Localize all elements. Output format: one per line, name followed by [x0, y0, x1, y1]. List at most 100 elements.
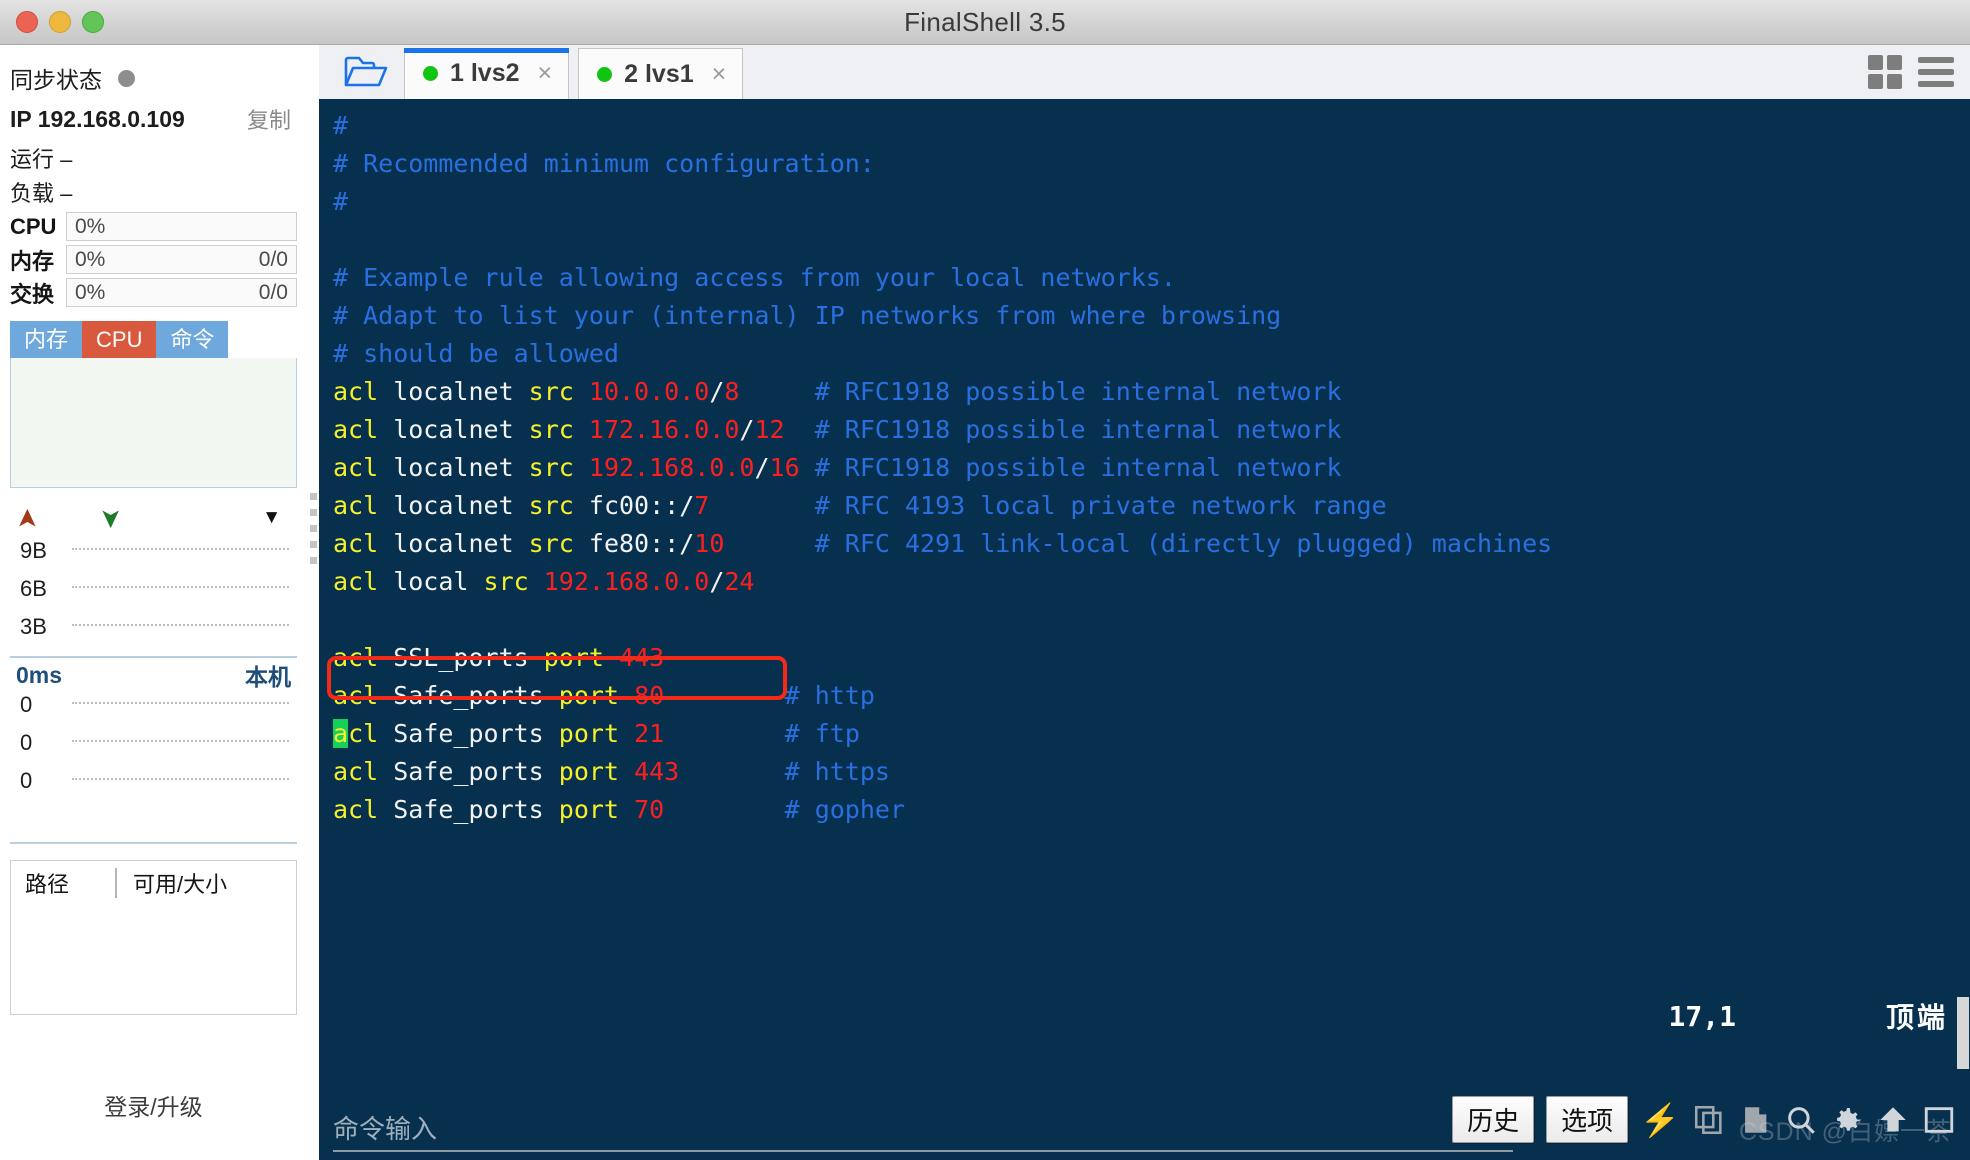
tab-command[interactable]: 命令	[156, 321, 229, 358]
sync-status-label: 同步状态	[10, 67, 102, 93]
terminal-line: acl Safe_ports port 70 # gopher	[333, 795, 906, 824]
ping-host-label: 本机	[245, 664, 291, 690]
login-upgrade-link[interactable]: 登录/升级	[10, 1088, 297, 1122]
net-tick-3b: 3B	[20, 614, 47, 639]
search-icon[interactable]	[1784, 1103, 1818, 1137]
copy-ip-button[interactable]: 复制	[247, 103, 297, 135]
window-icon[interactable]	[1922, 1103, 1956, 1137]
options-button[interactable]: 选项	[1546, 1096, 1629, 1143]
terminal-line: # Adapt to list your (internal) IP netwo…	[333, 301, 1282, 330]
swap-meter-label: 交换	[10, 281, 55, 307]
sync-status-indicator-icon	[118, 69, 135, 87]
net-tick-9b: 9B	[20, 538, 47, 563]
load-row: 负载 –	[10, 181, 73, 206]
terminal-scrollbar[interactable]	[1956, 99, 1970, 1090]
ping-header-row: 0ms 本机	[10, 658, 297, 692]
terminal-tab-label: 2 lvs1	[624, 59, 694, 88]
close-tab-icon[interactable]: ×	[538, 59, 553, 88]
resource-chart-panel	[10, 358, 297, 488]
ping-latency-graph: 0 0 0	[10, 692, 297, 844]
terminal-line: acl localnet src 192.168.0.0/16 # RFC191…	[333, 453, 1342, 482]
terminal-output[interactable]: # # Recommended minimum configuration: # # …	[319, 99, 1970, 1090]
sync-status-row: 同步状态	[10, 59, 297, 97]
window-title: FinalShell 3.5	[904, 6, 1066, 37]
disk-col-avail: 可用/大小	[133, 872, 228, 897]
history-button[interactable]: 历史	[1452, 1096, 1535, 1143]
ping-tick-2: 0	[20, 730, 33, 755]
resource-tab-group: 内存 CPU 命令	[10, 321, 297, 358]
memory-meter-bar: 0% 0/0	[66, 245, 297, 274]
terminal-line: # Example rule allowing access from your…	[333, 263, 1176, 292]
copy-icon[interactable]	[1692, 1103, 1726, 1137]
terminal-line: #	[333, 187, 349, 216]
grid-view-icon[interactable]	[1868, 55, 1902, 89]
ping-tick-3: 0	[20, 768, 33, 793]
cpu-meter-bar: 0%	[66, 212, 297, 241]
server-ip-row: IP 192.168.0.109 复制	[10, 97, 297, 141]
disk-table-header: 路径 可用/大小	[11, 861, 296, 905]
swap-meter-row: 交换 0% 0/0	[10, 277, 297, 308]
hamburger-menu-icon[interactable]	[1918, 57, 1954, 87]
terminal-line: acl Safe_ports port 443 # https	[333, 757, 890, 786]
memory-meter-label: 内存	[10, 248, 55, 274]
terminal-line: acl localnet src 10.0.0.0/8 # RFC1918 po…	[333, 377, 1342, 406]
net-tick-6b: 6B	[20, 576, 47, 601]
terminal-line: acl localnet src 172.16.0.0/12 # RFC1918…	[333, 415, 1342, 444]
server-ip-label: IP 192.168.0.109	[10, 105, 185, 132]
network-legend-row: ➤ ➤ ▼	[10, 500, 297, 536]
ping-tick-1: 0	[20, 692, 33, 717]
open-folder-icon[interactable]	[337, 45, 395, 99]
terminal-tab-lvs2[interactable]: 1 lvs2 ×	[404, 48, 570, 99]
splitter-grip-icon	[310, 493, 317, 573]
chevron-down-icon[interactable]: ▼	[262, 507, 281, 529]
command-bottom-bar: 命令输入 历史 选项 ⚡ CSDN @白嫖一茶	[319, 1090, 1970, 1160]
window-titlebar: FinalShell 3.5	[0, 0, 1970, 45]
scrollbar-thumb[interactable]	[1957, 997, 1969, 1069]
memory-meter-row: 内存 0% 0/0	[10, 244, 297, 275]
terminal-tab-lvs1[interactable]: 2 lvs1 ×	[578, 48, 744, 99]
terminal-line: acl Safe_ports port 21 # ftp	[333, 719, 860, 748]
terminal-status-row: 17,1 顶端	[1669, 996, 1948, 1036]
gear-icon[interactable]	[1830, 1103, 1864, 1137]
terminal-line: # should be allowed	[333, 339, 619, 368]
scroll-position-indicator: 顶端	[1885, 1002, 1948, 1033]
cursor-position-indicator: 17,1	[1668, 999, 1736, 1033]
bolt-icon[interactable]: ⚡	[1640, 1101, 1680, 1139]
terminal-line: acl localnet src fe80::/10 # RFC 4291 li…	[333, 529, 1553, 558]
memory-meter-detail: 0/0	[258, 247, 288, 271]
tab-cpu[interactable]: CPU	[82, 321, 157, 358]
terminal-line: acl local src 192.168.0.0/24	[333, 567, 755, 596]
network-traffic-graph: 9B 6B 3B	[10, 536, 297, 658]
tab-status-dot-icon	[597, 66, 613, 82]
disk-col-path: 路径	[25, 872, 70, 897]
terminal-line: acl SSL_ports port 443	[333, 643, 665, 672]
toolbar-right-icons	[1868, 55, 1954, 89]
server-info-sidebar: 同步状态 IP 192.168.0.109 复制 运行 – 负载 – CPU 0…	[0, 45, 307, 1160]
cpu-meter-label: CPU	[10, 213, 57, 239]
terminal-line: acl localnet src fc00::/7 # RFC 4193 loc…	[333, 491, 1387, 520]
terminal-area[interactable]: # # Recommended minimum configuration: # # …	[319, 99, 1970, 1090]
terminal-tab-label: 1 lvs2	[450, 59, 520, 87]
terminal-line: # Recommended minimum configuration:	[333, 149, 875, 178]
terminal-tab-strip: 1 lvs2 × 2 lvs1 ×	[319, 45, 1970, 99]
terminal-line: #	[333, 111, 349, 140]
tab-status-dot-icon	[423, 66, 438, 81]
swap-meter-bar: 0% 0/0	[66, 278, 297, 307]
swap-meter-detail: 0/0	[258, 280, 288, 304]
memory-meter-value: 0%	[75, 247, 106, 271]
cpu-meter-value: 0%	[75, 214, 106, 238]
cpu-meter-row: CPU 0%	[10, 211, 297, 242]
upload-arrow-icon: ➤	[11, 507, 42, 529]
command-input[interactable]: 命令输入	[333, 1109, 1513, 1152]
disk-usage-panel: 路径 可用/大小	[10, 860, 297, 1015]
tab-memory[interactable]: 内存	[10, 321, 83, 358]
download-arrow-icon: ➤	[96, 507, 127, 529]
paste-icon[interactable]	[1738, 1103, 1772, 1137]
uptime-row: 运行 –	[10, 147, 73, 172]
bottom-toolbar: 历史 选项 ⚡	[1452, 1096, 1956, 1143]
sidebar-splitter[interactable]	[307, 45, 319, 1160]
upload-icon[interactable]	[1876, 1103, 1910, 1137]
close-tab-icon[interactable]: ×	[712, 60, 727, 89]
